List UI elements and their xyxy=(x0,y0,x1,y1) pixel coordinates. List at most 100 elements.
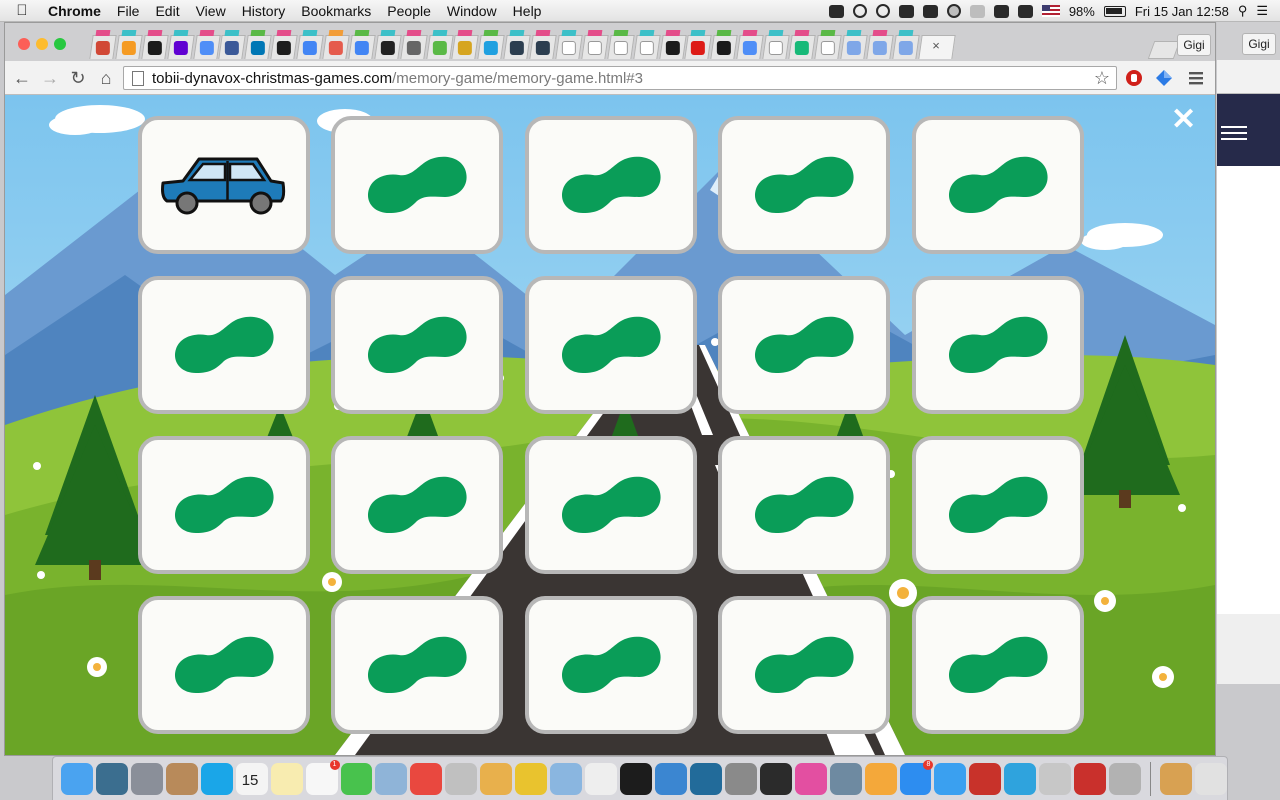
menu-people[interactable]: People xyxy=(379,3,439,19)
browser-tab[interactable] xyxy=(788,30,816,59)
grapher-icon[interactable] xyxy=(480,762,513,795)
preview-icon[interactable] xyxy=(375,762,408,795)
clock[interactable]: Fri 15 Jan 12:58 xyxy=(1135,4,1229,19)
browser-tab[interactable] xyxy=(192,30,220,59)
memory-card[interactable] xyxy=(331,596,503,734)
launchpad-icon[interactable] xyxy=(130,762,163,795)
browser-tab[interactable] xyxy=(374,30,402,59)
notes-icon[interactable] xyxy=(270,762,303,795)
window-minimize-button[interactable] xyxy=(36,38,48,50)
memory-card[interactable] xyxy=(718,116,890,254)
skype-icon[interactable] xyxy=(200,762,233,795)
browser-tab[interactable] xyxy=(270,30,298,59)
zotero-icon[interactable] xyxy=(1074,762,1107,795)
dashboard-icon[interactable] xyxy=(95,762,128,795)
sync-icon[interactable] xyxy=(852,4,867,18)
photos-viewer-icon[interactable] xyxy=(829,762,862,795)
menu-window[interactable]: Window xyxy=(439,3,505,19)
menu-app-name[interactable]: Chrome xyxy=(44,3,109,19)
extension-diamond-icon[interactable] xyxy=(1155,69,1173,87)
chrome-menu-icon[interactable] xyxy=(1187,69,1205,87)
new-tab-button[interactable] xyxy=(1147,41,1181,59)
safari-icon[interactable] xyxy=(934,762,967,795)
apple-menu-icon[interactable]:  xyxy=(0,2,44,19)
terminal-icon[interactable] xyxy=(620,762,652,795)
chrome-icon[interactable] xyxy=(410,762,443,795)
memory-card[interactable] xyxy=(718,276,890,414)
browser-tab[interactable] xyxy=(503,30,531,59)
memory-card[interactable] xyxy=(525,276,697,414)
menu-view[interactable]: View xyxy=(188,3,234,19)
memory-card[interactable] xyxy=(912,116,1084,254)
browser-tab[interactable] xyxy=(555,30,583,59)
telegram-icon[interactable] xyxy=(1004,762,1037,795)
downloads-icon[interactable] xyxy=(1160,762,1192,795)
bluetooth-icon[interactable] xyxy=(969,4,985,18)
tab-close-icon[interactable]: × xyxy=(932,38,940,53)
extension-shield-icon[interactable] xyxy=(1125,69,1143,87)
notification-center-icon[interactable]: ☰ xyxy=(1256,3,1268,19)
browser-tab[interactable] xyxy=(762,30,790,59)
menu-edit[interactable]: Edit xyxy=(147,3,187,19)
reload-icon[interactable]: ↻ xyxy=(67,67,89,89)
memory-card[interactable] xyxy=(912,596,1084,734)
memory-card[interactable] xyxy=(331,436,503,574)
contacts-icon[interactable] xyxy=(165,762,198,795)
battery-percent[interactable]: 98% xyxy=(1069,4,1095,19)
spotlight-icon[interactable]: ⚲ xyxy=(1238,3,1248,19)
background-window-profile-button[interactable]: Gigi xyxy=(1242,33,1276,55)
browser-tab[interactable] xyxy=(89,30,117,59)
wunderlist-icon[interactable] xyxy=(515,762,548,795)
browser-tab[interactable] xyxy=(244,30,272,59)
time-machine-icon[interactable] xyxy=(946,4,961,18)
facetime-icon[interactable] xyxy=(340,762,373,795)
memory-card[interactable] xyxy=(138,276,310,414)
browser-tab[interactable] xyxy=(891,30,919,59)
cpu-meter-icon[interactable] xyxy=(922,4,938,18)
image-capture-icon[interactable] xyxy=(445,762,478,795)
active-tab[interactable]: × xyxy=(917,35,956,59)
browser-tab[interactable] xyxy=(814,30,842,59)
browser-tab[interactable] xyxy=(296,30,324,59)
memory-card[interactable] xyxy=(331,276,503,414)
reminders-icon[interactable]: 1 xyxy=(305,759,340,795)
browser-tab[interactable] xyxy=(633,30,660,59)
memory-card[interactable] xyxy=(331,116,503,254)
dropbox-icon[interactable] xyxy=(828,4,844,18)
close-icon[interactable]: ✕ xyxy=(1171,105,1196,135)
trash-icon[interactable] xyxy=(1195,762,1227,795)
menu-history[interactable]: History xyxy=(234,3,294,19)
forward-icon[interactable]: → xyxy=(39,67,61,89)
window-maximize-button[interactable] xyxy=(54,38,66,50)
menu-help[interactable]: Help xyxy=(505,3,550,19)
memory-card[interactable] xyxy=(138,436,310,574)
browser-tab[interactable] xyxy=(529,30,557,59)
telegram-status-icon[interactable] xyxy=(875,4,890,18)
menu-bookmarks[interactable]: Bookmarks xyxy=(293,3,379,19)
virtualbox-icon[interactable] xyxy=(550,762,583,795)
browser-tab[interactable] xyxy=(866,30,893,59)
system-preferences-icon[interactable] xyxy=(724,762,757,795)
browser-tab[interactable] xyxy=(710,30,738,59)
keychain-icon[interactable] xyxy=(1109,762,1142,795)
finder-icon[interactable] xyxy=(61,762,93,795)
browser-tab[interactable] xyxy=(115,30,143,59)
memory-card-revealed[interactable] xyxy=(138,116,310,254)
bookmark-star-icon[interactable]: ☆ xyxy=(1094,68,1110,89)
volume-icon[interactable] xyxy=(1017,4,1033,18)
memory-card[interactable] xyxy=(525,596,697,734)
drive-icon[interactable] xyxy=(898,4,914,18)
browser-tab[interactable] xyxy=(581,30,609,59)
filezilla-icon[interactable] xyxy=(969,762,1002,795)
browser-tab[interactable] xyxy=(141,30,169,59)
hamburger-icon[interactable] xyxy=(1221,126,1247,128)
browser-tab[interactable] xyxy=(840,30,868,59)
memory-card[interactable] xyxy=(912,436,1084,574)
xcode-icon[interactable] xyxy=(654,762,687,795)
browser-tab[interactable] xyxy=(400,30,427,59)
home-icon[interactable]: ⌂ xyxy=(95,67,117,89)
browser-tab[interactable] xyxy=(322,30,350,59)
browser-tab[interactable] xyxy=(477,30,505,59)
wifi-icon[interactable] xyxy=(993,4,1009,18)
memory-card[interactable] xyxy=(138,596,310,734)
